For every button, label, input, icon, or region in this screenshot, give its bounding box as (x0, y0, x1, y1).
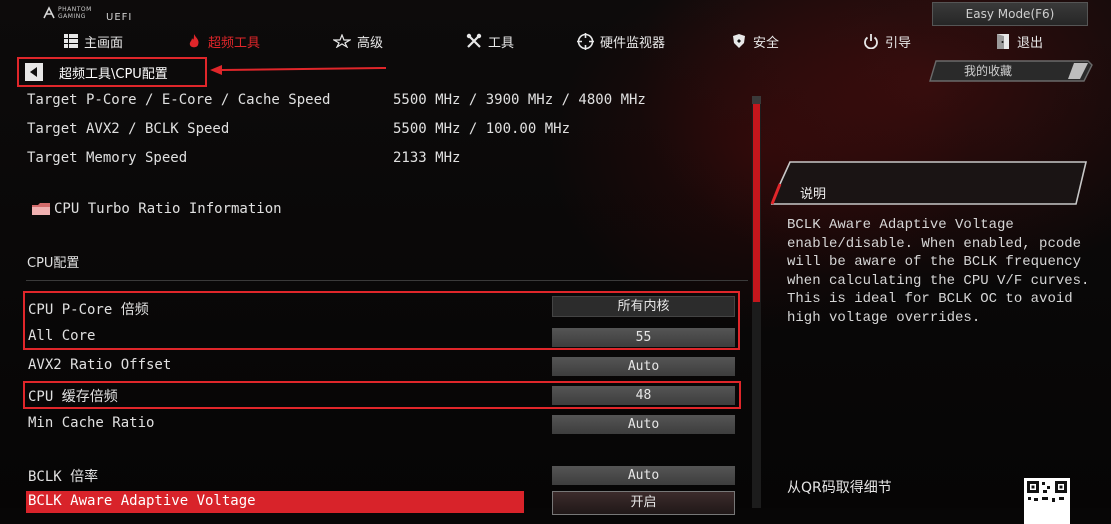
tab-boot-label: 引导 (885, 35, 912, 51)
turbo-ratio-info-link[interactable]: CPU Turbo Ratio Information (54, 201, 282, 217)
description-body: BCLK Aware Adaptive Voltage enable/disab… (787, 217, 1090, 326)
tab-oc-tweaker-label: 超频工具 (208, 35, 261, 51)
tab-exit-label: 退出 (1017, 35, 1044, 51)
star-icon (333, 34, 351, 48)
tools-icon (466, 33, 482, 48)
tab-hw-monitor[interactable]: 硬件监视器 (577, 30, 665, 52)
tab-tools-label: 工具 (488, 35, 515, 51)
crosshair-icon (577, 32, 594, 50)
section-divider (26, 280, 748, 281)
tab-tools[interactable]: 工具 (466, 30, 514, 52)
brand-line1: PHANTOM (58, 6, 92, 13)
all-core-ratio-field[interactable]: 55 (552, 328, 735, 347)
tab-oc-tweaker[interactable]: 超频工具 (186, 30, 260, 52)
qr-label: 从QR码取得细节 (787, 480, 892, 496)
breadcrumb: 超频工具\CPU配置 (17, 57, 207, 87)
min-cache-ratio-field[interactable]: Auto (552, 415, 735, 434)
setting-label[interactable]: BCLK Aware Adaptive Voltage (28, 493, 256, 509)
qr-code-icon[interactable] (1024, 478, 1070, 524)
easy-mode-button[interactable]: Easy Mode(F6) (932, 2, 1088, 26)
breadcrumb-text: 超频工具\CPU配置 (59, 66, 168, 82)
brand-line2: GAMING (58, 13, 86, 20)
favorites-button[interactable]: 我的收藏 (928, 59, 1094, 83)
exit-icon (997, 33, 1009, 49)
tab-hw-monitor-label: 硬件监视器 (600, 35, 666, 51)
info-label: Target AVX2 / BCLK Speed (27, 121, 230, 137)
avx2-offset-field[interactable]: Auto (552, 357, 735, 376)
tab-exit[interactable]: 退出 (996, 30, 1043, 52)
tab-advanced-label: 高级 (357, 35, 384, 51)
info-value: 5500 MHz / 100.00 MHz (393, 121, 571, 137)
setting-label[interactable]: Min Cache Ratio (28, 415, 154, 431)
back-arrow-icon[interactable] (25, 63, 43, 81)
bclk-ratio-field[interactable]: Auto (552, 466, 735, 485)
scrollbar-thumb[interactable] (753, 104, 760, 302)
power-icon (864, 34, 878, 49)
cache-ratio-field[interactable]: 48 (552, 386, 735, 405)
setting-label[interactable]: AVX2 Ratio Offset (28, 357, 171, 373)
tab-main[interactable]: 主画面 (64, 30, 123, 52)
info-label: Target P-Core / E-Core / Cache Speed (27, 92, 331, 108)
favorites-label: 我的收藏 (964, 64, 1013, 78)
info-value: 2133 MHz (393, 150, 461, 166)
setting-label[interactable]: BCLK 倍率 (28, 466, 98, 486)
folder-icon (32, 203, 50, 215)
description-title: 说明 (800, 187, 827, 202)
setting-label[interactable]: All Core (28, 328, 95, 344)
tab-advanced[interactable]: 高级 (333, 30, 383, 52)
info-label: Target Memory Speed (27, 150, 188, 166)
annotation-arrow-icon (210, 65, 387, 75)
info-value: 5500 MHz / 3900 MHz / 4800 MHz (393, 92, 646, 108)
setting-label[interactable]: CPU 缓存倍频 (28, 386, 118, 406)
section-title: CPU配置 (27, 256, 80, 271)
grid-icon (64, 34, 78, 48)
setting-label[interactable]: CPU P-Core 倍频 (28, 299, 149, 319)
tab-security-label: 安全 (753, 35, 780, 51)
tab-boot[interactable]: 引导 (863, 30, 911, 52)
tab-main-label: 主画面 (84, 35, 124, 51)
shield-icon (733, 34, 745, 48)
p-core-ratio-select[interactable]: 所有内核 (552, 296, 735, 317)
flame-icon (189, 34, 199, 48)
phantom-logo-icon (43, 6, 55, 19)
brand-logo: PHANTOM GAMING UEFI (42, 6, 142, 24)
scroll-up-arrow-icon[interactable] (752, 96, 761, 104)
top-bar: PHANTOM GAMING UEFI Easy Mode(F6) 主画面 超频… (0, 0, 1111, 56)
uefi-label: UEFI (106, 12, 133, 23)
tab-security[interactable]: 安全 (731, 30, 779, 52)
bclk-adaptive-voltage-select[interactable]: 开启 (552, 491, 735, 515)
